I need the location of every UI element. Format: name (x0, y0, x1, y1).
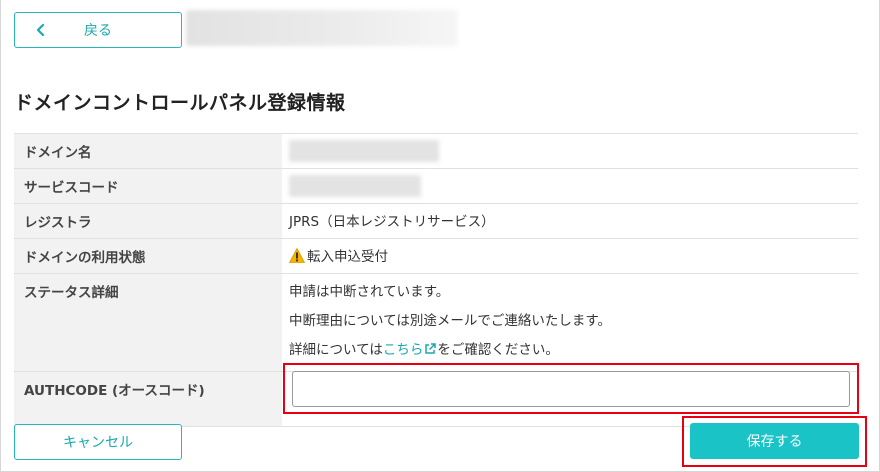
save-button-label: 保存する (746, 433, 803, 449)
usage-status-value: 転入申込受付 (282, 238, 858, 274)
status-line-1: 申請は中断されています。 (289, 284, 450, 300)
blurred-domain-name (289, 140, 439, 162)
save-button[interactable]: 保存する (690, 423, 859, 459)
service-code-label: サービスコード (14, 168, 282, 204)
registrar-label: レジストラ (14, 203, 282, 239)
status-line-3-post: をご確認ください。 (437, 342, 559, 358)
blurred-service-code (289, 175, 421, 197)
authcode-highlight (283, 363, 859, 414)
status-detail-label: ステータス詳細 (14, 273, 282, 372)
details-link-text: こちら (382, 342, 424, 358)
usage-status-label: ドメインの利用状態 (14, 238, 282, 274)
domain-name-label: ドメイン名 (14, 133, 282, 169)
row-service-code: サービスコード (14, 168, 858, 204)
save-highlight: 保存する (682, 416, 867, 467)
page-title: ドメインコントロールパネル登録情報 (14, 92, 346, 114)
cancel-button-label: キャンセル (63, 434, 133, 450)
authcode-input[interactable] (292, 371, 850, 407)
row-usage-status: ドメインの利用状態 転入申込受付 (14, 238, 858, 274)
status-line-3: 詳細についてはこちら をご確認ください。 (289, 336, 851, 365)
cancel-button[interactable]: キャンセル (14, 424, 182, 460)
status-line-2: 中断理由については別途メールでご連絡いたします。 (289, 313, 611, 329)
status-line-3-pre: 詳細については (289, 342, 383, 358)
row-domain-name: ドメイン名 (14, 133, 858, 169)
blurred-breadcrumb (186, 10, 458, 46)
back-button-label: 戻る (84, 22, 112, 38)
status-detail-value: 申請は中断されています。 中断理由については別途メールでご連絡いたします。 詳細… (282, 273, 858, 372)
usage-status-text: 転入申込受付 (307, 249, 388, 265)
service-code-value (282, 168, 858, 204)
back-button[interactable]: 戻る (14, 12, 182, 48)
row-registrar: レジストラ JPRS（日本レジストリサービス） (14, 203, 858, 239)
authcode-label: AUTHCODE (オースコード) (14, 371, 282, 427)
chevron-left-icon (36, 24, 45, 36)
registrar-value: JPRS（日本レジストリサービス） (282, 203, 858, 239)
warning-icon (289, 248, 305, 263)
external-link-icon (425, 343, 437, 354)
row-status-detail: ステータス詳細 申請は中断されています。 中断理由については別途メールでご連絡い… (14, 273, 858, 372)
domain-name-value (282, 133, 858, 169)
details-link[interactable]: こちら (383, 342, 438, 358)
